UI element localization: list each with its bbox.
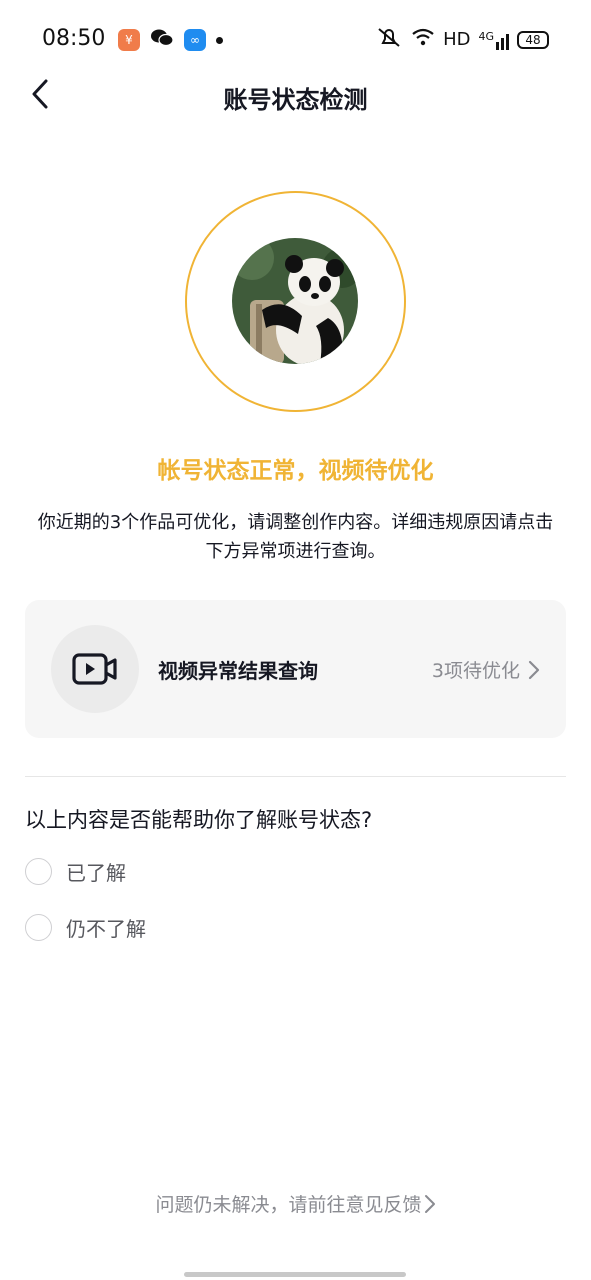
panda-avatar-image <box>232 238 358 364</box>
card-meta: 3项待优化 <box>432 656 540 683</box>
survey-question: 以上内容是否能帮助你了解账号状态? <box>25 808 373 832</box>
status-description: 你近期的3个作品可优化，请调整创作内容。详细违规原因请点击下方异常项进行查询。 <box>37 512 554 562</box>
video-icon-circle <box>51 625 139 713</box>
page: 08:50 ¥ ∞ HD 4G 48 账号状态检测 帐号状态正常，视频待优化 你… <box>0 0 591 1280</box>
system-icons: HD 4G 48 <box>375 26 549 53</box>
home-indicator[interactable] <box>184 1272 406 1277</box>
radio-button[interactable] <box>25 858 52 885</box>
avatar <box>232 238 358 364</box>
notification-icons: ¥ ∞ <box>118 28 223 52</box>
battery-icon: 48 <box>517 30 549 49</box>
wechat-icon <box>150 28 174 52</box>
status-time: 08:50 <box>42 26 106 51</box>
status-bar: 08:50 ¥ ∞ HD 4G 48 <box>0 0 591 80</box>
chevron-right-icon <box>528 660 540 679</box>
cell-signal-icon: 4G <box>478 30 509 50</box>
option-label: 已了解 <box>66 861 126 885</box>
option-label: 仍不了解 <box>66 917 146 941</box>
link-app-icon: ∞ <box>184 29 206 51</box>
hd-label: HD <box>443 29 471 50</box>
nav-bar: 账号状态检测 <box>0 70 591 120</box>
card-title: 视频异常结果查询 <box>158 659 318 683</box>
feedback-link[interactable]: 问题仍未解决，请前往意见反馈 <box>0 1190 591 1217</box>
signal-type-label: 4G <box>478 29 494 43</box>
pending-count-label: 3项待优化 <box>431 660 520 682</box>
option-not-understood[interactable]: 仍不了解 <box>25 913 146 942</box>
video-icon <box>72 653 117 685</box>
feedback-link-label: 问题仍未解决，请前往意见反馈 <box>155 1194 422 1216</box>
divider <box>25 776 566 777</box>
mute-bell-icon <box>375 26 403 53</box>
wallet-app-icon: ¥ <box>118 29 140 51</box>
option-understood[interactable]: 已了解 <box>25 857 126 886</box>
more-notifications-dot <box>216 36 223 44</box>
wifi-icon <box>411 27 435 52</box>
video-result-query-card[interactable]: 视频异常结果查询 3项待优化 <box>25 600 566 738</box>
chevron-right-icon <box>424 1194 435 1213</box>
status-headline: 帐号状态正常，视频待优化 <box>157 458 434 484</box>
radio-button[interactable] <box>25 914 52 941</box>
page-title: 账号状态检测 <box>223 86 368 114</box>
